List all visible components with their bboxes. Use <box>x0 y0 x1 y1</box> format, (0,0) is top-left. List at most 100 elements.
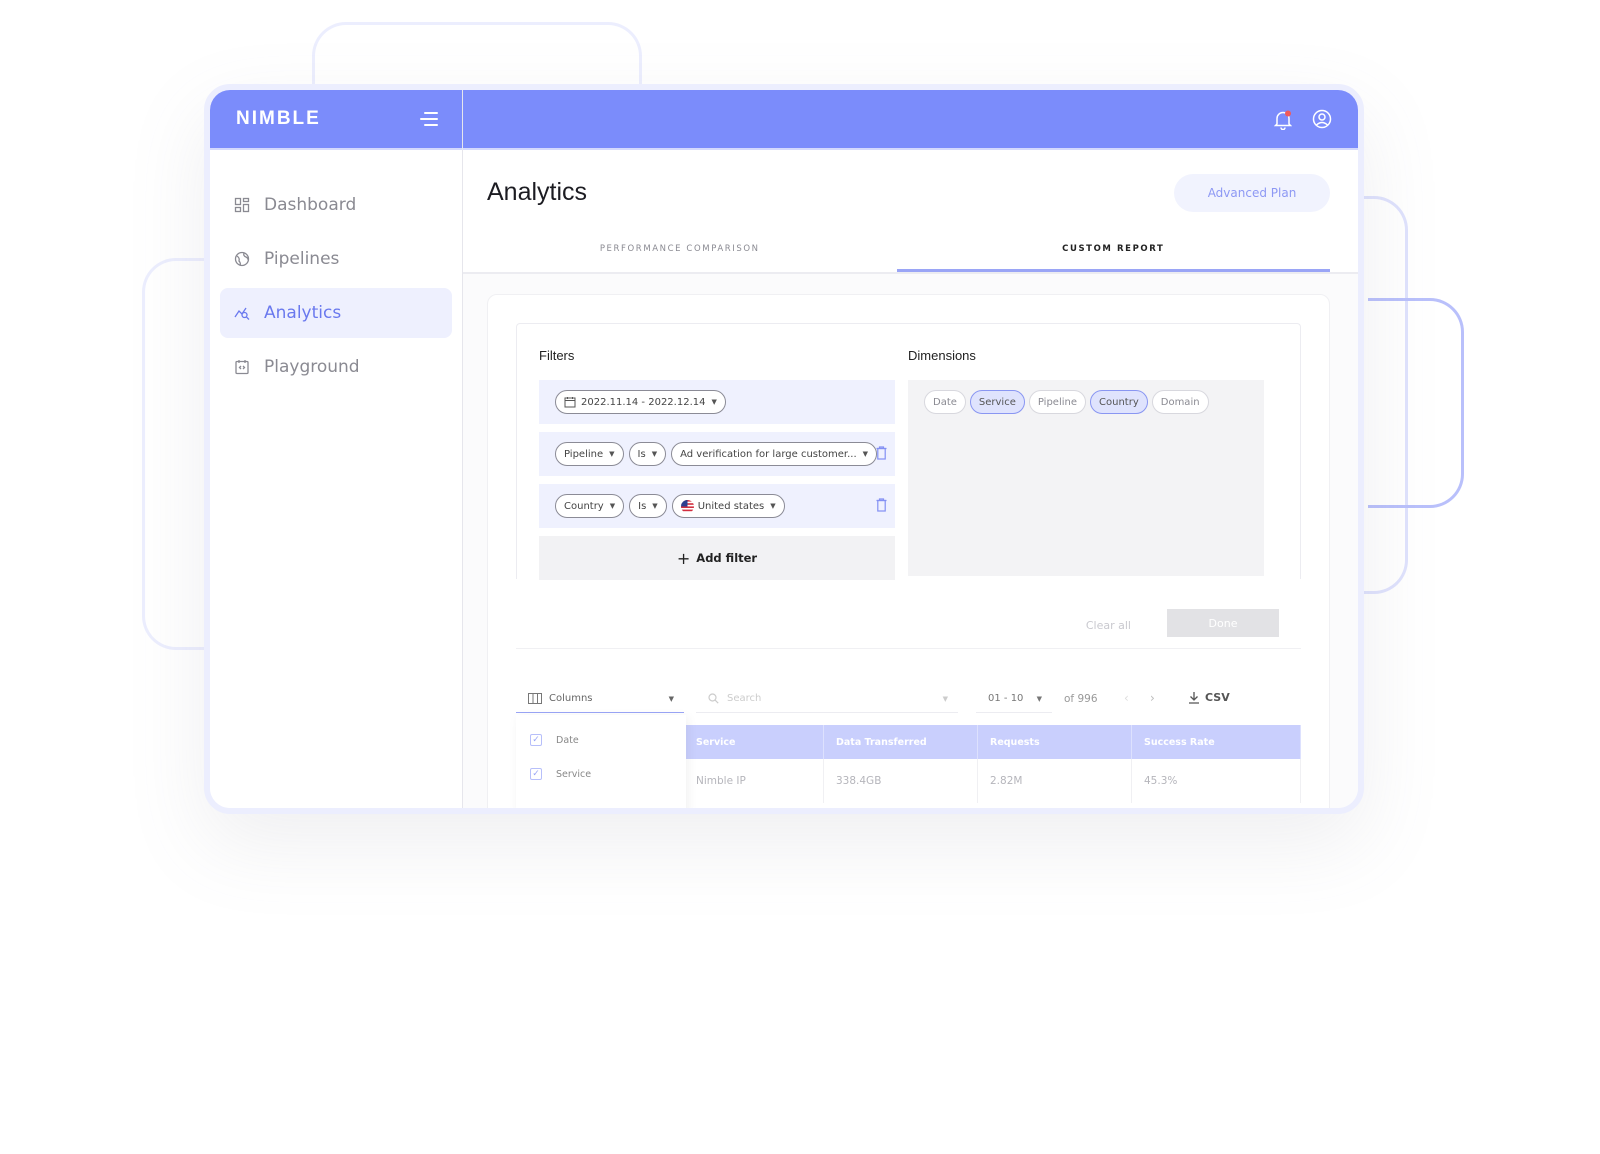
csv-export-button[interactable]: CSV <box>1188 691 1230 704</box>
sidebar-item-analytics[interactable]: Analytics <box>220 288 452 338</box>
filter-field-value: Pipeline <box>564 448 604 460</box>
columns-menu: ✓ Date ✓ Service <box>516 715 686 808</box>
page-size-select[interactable]: 01 - 10 ▼ <box>976 685 1052 713</box>
previous-page-icon[interactable]: ‹ <box>1124 691 1129 705</box>
filter-field-select[interactable]: Pipeline ▼ <box>555 442 624 466</box>
dimension-chip-service[interactable]: Service <box>969 390 1025 414</box>
sidebar-item-label: Pipelines <box>264 249 340 269</box>
dashboard-icon <box>234 197 250 213</box>
filter-row-pipeline: Pipeline ▼ Is ▼ Ad verification for large … <box>539 432 895 476</box>
column-header-requests[interactable]: Requests <box>978 725 1132 759</box>
table-cell: 338.4GB <box>824 759 978 803</box>
column-option-label: Date <box>556 734 579 746</box>
columns-icon <box>528 693 542 704</box>
dimensions-panel: Date Service Pipeline Country Domain <box>908 380 1264 576</box>
analytics-icon <box>234 307 250 320</box>
dimension-chip-country[interactable]: Country <box>1090 390 1148 414</box>
delete-filter-icon[interactable] <box>876 446 887 460</box>
filters-title: Filters <box>539 348 575 363</box>
top-bar <box>463 90 1358 150</box>
sidebar: NIMBLE Dashboard Pipelines Analytics Pla… <box>210 90 463 808</box>
report-card: Filters Dimensions 2022.11.14 - 2022.12.… <box>487 294 1330 808</box>
chevron-down-icon: ▼ <box>862 450 869 458</box>
clear-all-button[interactable]: Clear all <box>1086 619 1131 632</box>
sidebar-item-pipelines[interactable]: Pipelines <box>220 234 452 284</box>
add-filter-label: Add filter <box>696 551 758 565</box>
sidebar-nav: Dashboard Pipelines Analytics Playground <box>210 150 462 392</box>
filter-operator-value: Is <box>638 500 647 512</box>
date-range-value: 2022.11.14 - 2022.12.14 <box>581 396 706 408</box>
column-header-success-rate[interactable]: Success Rate <box>1132 725 1301 759</box>
total-count: of 996 <box>1064 693 1098 705</box>
chevron-down-icon: ▼ <box>770 502 776 510</box>
sidebar-item-label: Dashboard <box>264 195 357 215</box>
table-toolbar: Columns ▼ Search ▼ 01 - 10 ▼ of 996 ‹ › … <box>516 685 1301 713</box>
column-header-data-transferred[interactable]: Data Transferred <box>824 725 978 759</box>
tab-performance-comparison[interactable]: PERFORMANCE COMPARISON <box>463 228 897 272</box>
add-filter-button[interactable]: + Add filter <box>539 536 895 580</box>
main-content: Analytics Advanced Plan PERFORMANCE COMP… <box>463 152 1358 808</box>
sidebar-item-playground[interactable]: Playground <box>220 342 452 392</box>
checkbox-checked-icon[interactable]: ✓ <box>530 768 542 780</box>
chevron-down-icon: ▼ <box>711 398 717 406</box>
filter-operator-select[interactable]: Is ▼ <box>628 442 667 466</box>
brand-bar: NIMBLE <box>210 90 462 150</box>
chevron-down-icon: ▼ <box>1036 694 1042 703</box>
us-flag-icon <box>680 499 694 513</box>
dimension-chip-pipeline[interactable]: Pipeline <box>1028 390 1087 414</box>
sidebar-item-label: Analytics <box>264 303 342 323</box>
columns-dropdown[interactable]: Columns ▼ <box>516 685 684 713</box>
page-range: 01 - 10 <box>988 693 1024 704</box>
filter-field-select[interactable]: Country ▼ <box>555 494 625 518</box>
table-cell: Nimble IP <box>684 759 824 803</box>
filter-value: Ad verification for large customer... <box>680 448 857 460</box>
columns-label: Columns <box>549 693 593 704</box>
filter-operator-select[interactable]: Is ▼ <box>629 494 667 518</box>
column-option-label: Service <box>556 768 592 780</box>
date-range-picker[interactable]: 2022.11.14 - 2022.12.14 ▼ <box>555 390 726 414</box>
chevron-down-icon: ▼ <box>652 502 658 510</box>
stage: NIMBLE Dashboard Pipelines Analytics Pla… <box>0 0 1600 1154</box>
logo: NIMBLE <box>236 108 321 129</box>
user-account-icon[interactable] <box>1312 109 1332 129</box>
report-builder: Filters Dimensions 2022.11.14 - 2022.12.… <box>516 323 1301 580</box>
table-cell: 45.3% <box>1132 759 1301 803</box>
page-title: Analytics <box>487 178 588 206</box>
filter-value-select[interactable]: United states ▼ <box>671 494 785 518</box>
sidebar-item-dashboard[interactable]: Dashboard <box>220 180 452 230</box>
filter-field-value: Country <box>564 500 604 512</box>
search-input[interactable]: Search ▼ <box>696 685 958 713</box>
advanced-plan-button[interactable]: Advanced Plan <box>1174 174 1330 212</box>
chevron-down-icon: ▼ <box>651 450 658 458</box>
app-window: NIMBLE Dashboard Pipelines Analytics Pla… <box>204 84 1364 814</box>
tab-bar: PERFORMANCE COMPARISON CUSTOM REPORT <box>463 228 1330 272</box>
table-cell: 2.82M <box>978 759 1132 803</box>
filter-value: United states <box>697 500 765 512</box>
code-icon <box>235 360 249 375</box>
done-button[interactable]: Done <box>1167 609 1279 637</box>
chevron-down-icon: ▼ <box>942 694 948 703</box>
table-row[interactable]: Nimble IP 338.4GB 2.82M 45.3% <box>684 759 1301 803</box>
column-option-date[interactable]: ✓ Date <box>516 723 686 757</box>
plus-icon: + <box>676 548 691 568</box>
notification-bell-icon[interactable] <box>1274 110 1292 130</box>
next-page-icon[interactable]: › <box>1150 691 1155 705</box>
dimension-chip-date[interactable]: Date <box>924 390 966 414</box>
column-option-service[interactable]: ✓ Service <box>516 757 686 791</box>
column-header-service[interactable]: Service <box>684 725 824 759</box>
chevron-down-icon: ▼ <box>609 502 616 510</box>
filter-value-select[interactable]: Ad verification for large customer... ▼ <box>671 442 878 466</box>
builder-actions: Clear all Done <box>516 609 1301 649</box>
search-placeholder: Search <box>727 693 762 704</box>
delete-filter-icon[interactable] <box>876 498 887 512</box>
csv-label: CSV <box>1205 691 1230 704</box>
filters-panel: 2022.11.14 - 2022.12.14 ▼ Pipeline ▼ Is ▼ … <box>539 380 895 580</box>
checkbox-checked-icon[interactable]: ✓ <box>530 734 542 746</box>
tab-custom-report[interactable]: CUSTOM REPORT <box>896 228 1330 272</box>
dimension-chip-domain[interactable]: Domain <box>1151 390 1209 414</box>
page-header: Analytics Advanced Plan PERFORMANCE COMP… <box>463 152 1358 274</box>
table-header: Service Data Transferred Requests Succes… <box>684 725 1301 759</box>
filter-operator-value: Is <box>637 448 646 460</box>
chevron-down-icon: ▼ <box>609 450 615 458</box>
hamburger-menu-icon[interactable] <box>420 112 438 126</box>
